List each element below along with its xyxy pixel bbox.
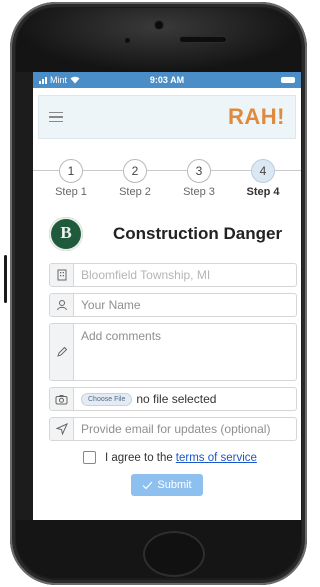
phone-top-bezel <box>16 8 301 72</box>
location-field[interactable]: Bloomfield Township, MI <box>49 263 297 287</box>
front-camera <box>155 21 163 29</box>
email-input[interactable]: Provide email for updates (optional) <box>81 422 270 436</box>
step-2[interactable]: 2 Step 2 <box>105 159 165 198</box>
name-input[interactable]: Your Name <box>81 298 141 312</box>
step-1[interactable]: 1 Step 1 <box>41 159 101 198</box>
send-icon <box>50 418 74 440</box>
step-number: 4 <box>251 159 275 183</box>
step-number: 2 <box>123 159 147 183</box>
submit-button[interactable]: Submit <box>131 474 203 496</box>
phone-frame: Mint 9:03 AM RAH! 1 Step 1 2 Step 2 3 St… <box>0 0 310 587</box>
step-label: Step 4 <box>246 186 280 198</box>
step-3[interactable]: 3 Step 3 <box>169 159 229 198</box>
step-label: Step 1 <box>55 186 87 198</box>
terms-row: I agree to the terms of service <box>83 451 301 464</box>
building-icon <box>50 264 74 286</box>
phone-screen: Mint 9:03 AM RAH! 1 Step 1 2 Step 2 3 St… <box>33 72 301 520</box>
app-logo: RAH! <box>228 104 285 129</box>
step-label: Step 3 <box>183 186 215 198</box>
status-bar: Mint 9:03 AM <box>33 72 301 88</box>
sensor <box>125 38 130 43</box>
pencil-icon <box>50 324 74 380</box>
side-button <box>0 255 10 305</box>
file-field[interactable]: Choose File no file selected <box>49 387 297 411</box>
hamburger-icon[interactable] <box>49 111 63 123</box>
checkmark-icon <box>142 481 153 489</box>
email-field[interactable]: Provide email for updates (optional) <box>49 417 297 441</box>
step-number: 1 <box>59 159 83 183</box>
comments-field[interactable]: Add comments <box>49 323 297 381</box>
app-header: RAH! <box>38 95 296 139</box>
location-input[interactable]: Bloomfield Township, MI <box>81 268 210 282</box>
choose-file-button[interactable]: Choose File <box>81 392 133 406</box>
stepper: 1 Step 1 2 Step 2 3 Step 3 4 Step 4 <box>33 159 301 203</box>
comments-textarea[interactable]: Add comments <box>81 329 161 343</box>
step-number: 3 <box>187 159 211 183</box>
township-seal <box>49 217 83 251</box>
user-icon <box>50 294 74 316</box>
terms-link[interactable]: terms of service <box>176 452 257 464</box>
step-label: Step 2 <box>119 186 151 198</box>
page-title: Construction Danger <box>113 224 283 243</box>
terms-checkbox[interactable] <box>83 451 96 464</box>
terms-text: I agree to the <box>105 451 173 464</box>
file-status: no file selected <box>136 392 217 406</box>
step-4[interactable]: 4 Step 4 <box>233 159 293 198</box>
camera-icon <box>50 388 74 410</box>
form-header: Construction Danger <box>33 217 301 251</box>
battery-icon <box>281 77 295 83</box>
name-field[interactable]: Your Name <box>49 293 297 317</box>
submit-label: Submit <box>157 479 192 491</box>
clock: 9:03 AM <box>149 75 185 85</box>
earpiece-speaker <box>180 37 226 42</box>
home-button[interactable] <box>143 531 205 577</box>
